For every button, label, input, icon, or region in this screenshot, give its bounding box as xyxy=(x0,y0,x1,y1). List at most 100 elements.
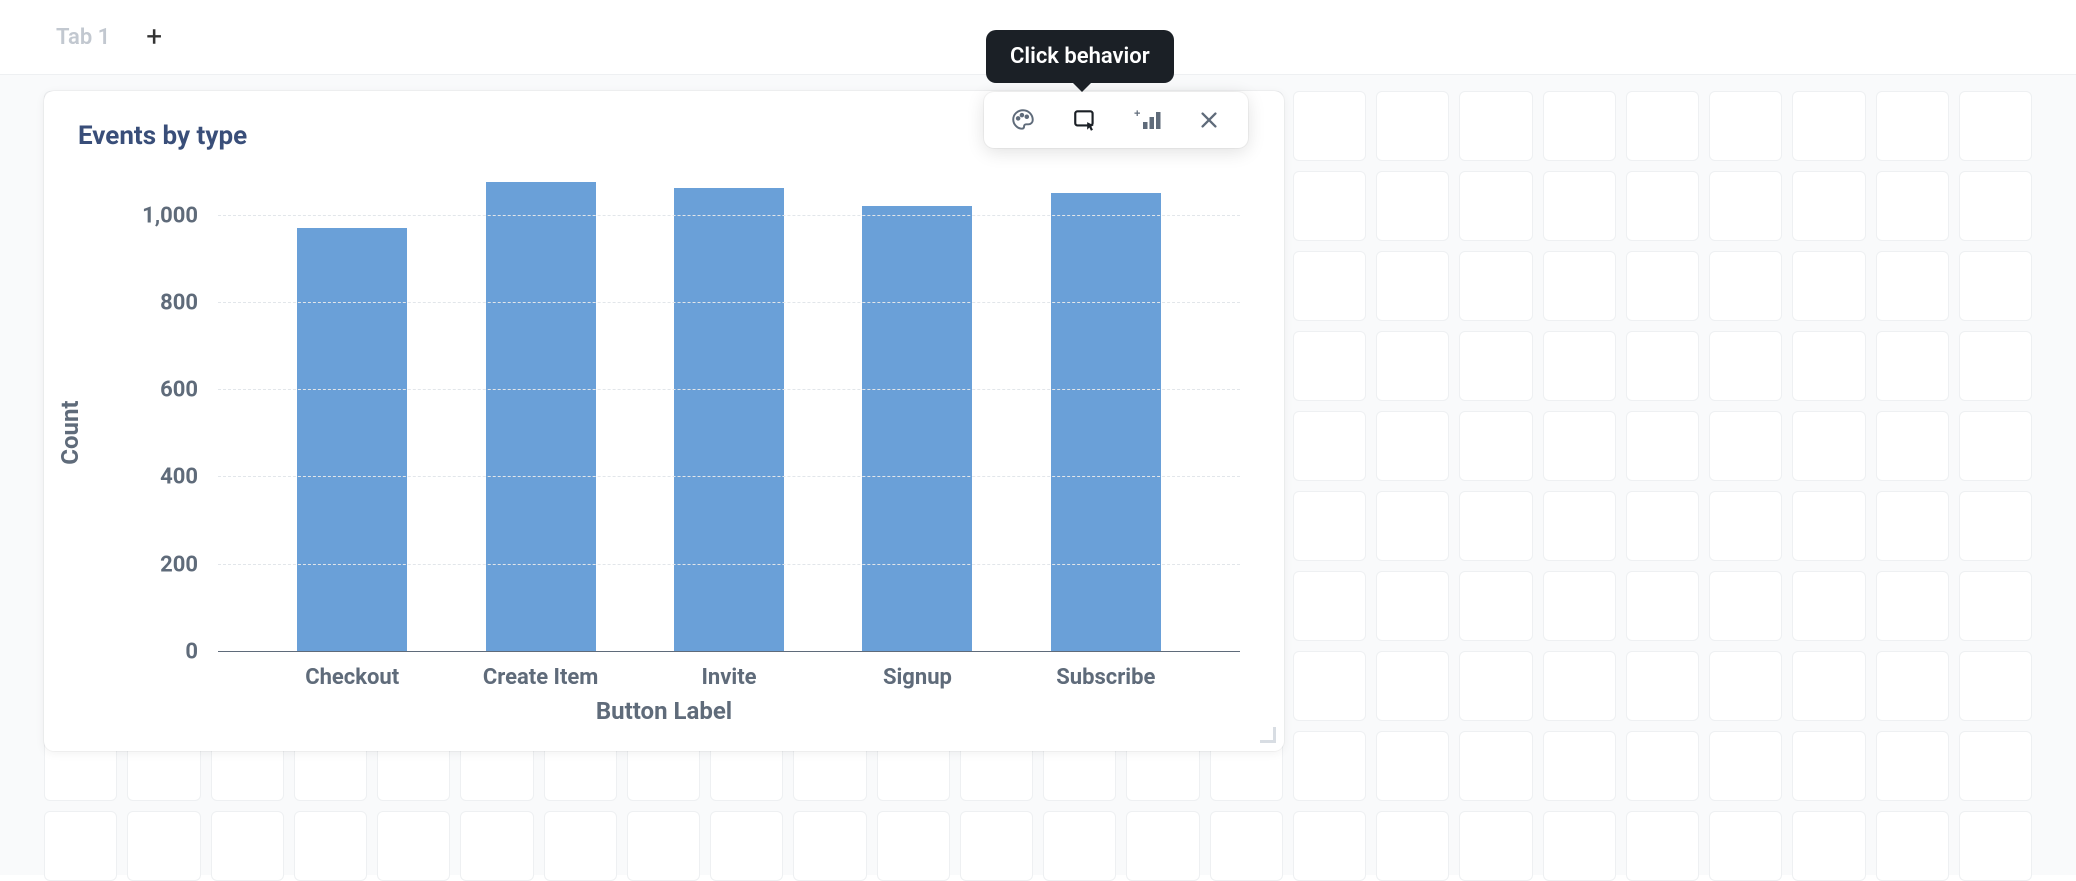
grid-cell[interactable] xyxy=(1709,811,1782,881)
grid-cell[interactable] xyxy=(1293,651,1366,721)
bar[interactable] xyxy=(862,206,972,651)
grid-cell[interactable] xyxy=(1626,251,1699,321)
resize-handle[interactable] xyxy=(1260,727,1276,743)
grid-cell[interactable] xyxy=(1959,491,2032,561)
grid-cell[interactable] xyxy=(1293,811,1366,881)
grid-cell[interactable] xyxy=(1376,171,1449,241)
bar[interactable] xyxy=(486,182,596,651)
tab-1[interactable]: Tab 1 xyxy=(56,25,110,50)
add-series-button[interactable]: + xyxy=(1127,100,1167,140)
grid-cell[interactable] xyxy=(1543,251,1616,321)
grid-cell[interactable] xyxy=(1876,331,1949,401)
grid-cell[interactable] xyxy=(1293,491,1366,561)
grid-cell[interactable] xyxy=(1876,411,1949,481)
grid-cell[interactable] xyxy=(1376,811,1449,881)
grid-cell[interactable] xyxy=(544,811,617,881)
grid-cell[interactable] xyxy=(1293,731,1366,801)
grid-cell[interactable] xyxy=(1543,91,1616,161)
grid-cell[interactable] xyxy=(1709,411,1782,481)
grid-cell[interactable] xyxy=(1459,331,1532,401)
grid-cell[interactable] xyxy=(1543,331,1616,401)
grid-cell[interactable] xyxy=(1293,331,1366,401)
grid-cell[interactable] xyxy=(1459,251,1532,321)
grid-cell[interactable] xyxy=(1876,571,1949,641)
chart-card[interactable]: Events by type Count Button Label Checko… xyxy=(44,91,1284,751)
grid-cell[interactable] xyxy=(1626,731,1699,801)
grid-cell[interactable] xyxy=(1293,251,1366,321)
grid-cell[interactable] xyxy=(1876,811,1949,881)
grid-cell[interactable] xyxy=(1376,651,1449,721)
grid-cell[interactable] xyxy=(1543,571,1616,641)
grid-cell[interactable] xyxy=(1543,491,1616,561)
grid-cell[interactable] xyxy=(127,811,200,881)
grid-cell[interactable] xyxy=(1293,171,1366,241)
grid-cell[interactable] xyxy=(1792,251,1865,321)
grid-cell[interactable] xyxy=(1459,811,1532,881)
grid-cell[interactable] xyxy=(1543,651,1616,721)
grid-cell[interactable] xyxy=(1709,171,1782,241)
grid-cell[interactable] xyxy=(1792,571,1865,641)
grid-cell[interactable] xyxy=(1876,251,1949,321)
grid-cell[interactable] xyxy=(1376,731,1449,801)
grid-cell[interactable] xyxy=(1626,171,1699,241)
grid-cell[interactable] xyxy=(1543,411,1616,481)
grid-cell[interactable] xyxy=(1459,171,1532,241)
grid-cell[interactable] xyxy=(1876,491,1949,561)
grid-cell[interactable] xyxy=(1293,411,1366,481)
grid-cell[interactable] xyxy=(1792,811,1865,881)
grid-cell[interactable] xyxy=(1376,571,1449,641)
grid-cell[interactable] xyxy=(1626,651,1699,721)
click-behavior-button[interactable] xyxy=(1065,100,1105,140)
grid-cell[interactable] xyxy=(1376,491,1449,561)
grid-cell[interactable] xyxy=(1459,731,1532,801)
grid-cell[interactable] xyxy=(1959,411,2032,481)
grid-cell[interactable] xyxy=(1293,91,1366,161)
grid-cell[interactable] xyxy=(1626,571,1699,641)
grid-cell[interactable] xyxy=(1376,251,1449,321)
grid-cell[interactable] xyxy=(793,811,866,881)
grid-cell[interactable] xyxy=(1543,171,1616,241)
grid-cell[interactable] xyxy=(1210,811,1283,881)
grid-cell[interactable] xyxy=(1792,91,1865,161)
grid-cell[interactable] xyxy=(960,811,1033,881)
grid-cell[interactable] xyxy=(1709,491,1782,561)
grid-cell[interactable] xyxy=(1459,651,1532,721)
grid-cell[interactable] xyxy=(1293,571,1366,641)
grid-cell[interactable] xyxy=(1876,91,1949,161)
add-tab-button[interactable]: + xyxy=(146,23,162,51)
grid-cell[interactable] xyxy=(1376,91,1449,161)
grid-cell[interactable] xyxy=(211,811,284,881)
grid-cell[interactable] xyxy=(1959,651,2032,721)
grid-cell[interactable] xyxy=(1126,811,1199,881)
bar[interactable] xyxy=(1051,193,1161,651)
grid-cell[interactable] xyxy=(1459,91,1532,161)
palette-button[interactable] xyxy=(1003,100,1043,140)
grid-cell[interactable] xyxy=(627,811,700,881)
grid-cell[interactable] xyxy=(1626,331,1699,401)
grid-cell[interactable] xyxy=(377,811,450,881)
grid-cell[interactable] xyxy=(1709,731,1782,801)
grid-cell[interactable] xyxy=(1876,731,1949,801)
grid-cell[interactable] xyxy=(1626,411,1699,481)
bar[interactable] xyxy=(297,228,407,651)
grid-cell[interactable] xyxy=(1709,331,1782,401)
grid-cell[interactable] xyxy=(1376,331,1449,401)
grid-cell[interactable] xyxy=(1459,491,1532,561)
grid-cell[interactable] xyxy=(1709,251,1782,321)
grid-cell[interactable] xyxy=(1959,731,2032,801)
grid-cell[interactable] xyxy=(877,811,950,881)
grid-cell[interactable] xyxy=(1792,491,1865,561)
grid-cell[interactable] xyxy=(1876,651,1949,721)
grid-cell[interactable] xyxy=(294,811,367,881)
bar[interactable] xyxy=(674,188,784,651)
grid-cell[interactable] xyxy=(1043,811,1116,881)
grid-cell[interactable] xyxy=(710,811,783,881)
grid-cell[interactable] xyxy=(1959,91,2032,161)
grid-cell[interactable] xyxy=(1792,651,1865,721)
grid-cell[interactable] xyxy=(1959,571,2032,641)
grid-cell[interactable] xyxy=(1792,171,1865,241)
grid-cell[interactable] xyxy=(1626,811,1699,881)
grid-cell[interactable] xyxy=(1959,251,2032,321)
grid-cell[interactable] xyxy=(1459,571,1532,641)
grid-cell[interactable] xyxy=(1626,491,1699,561)
